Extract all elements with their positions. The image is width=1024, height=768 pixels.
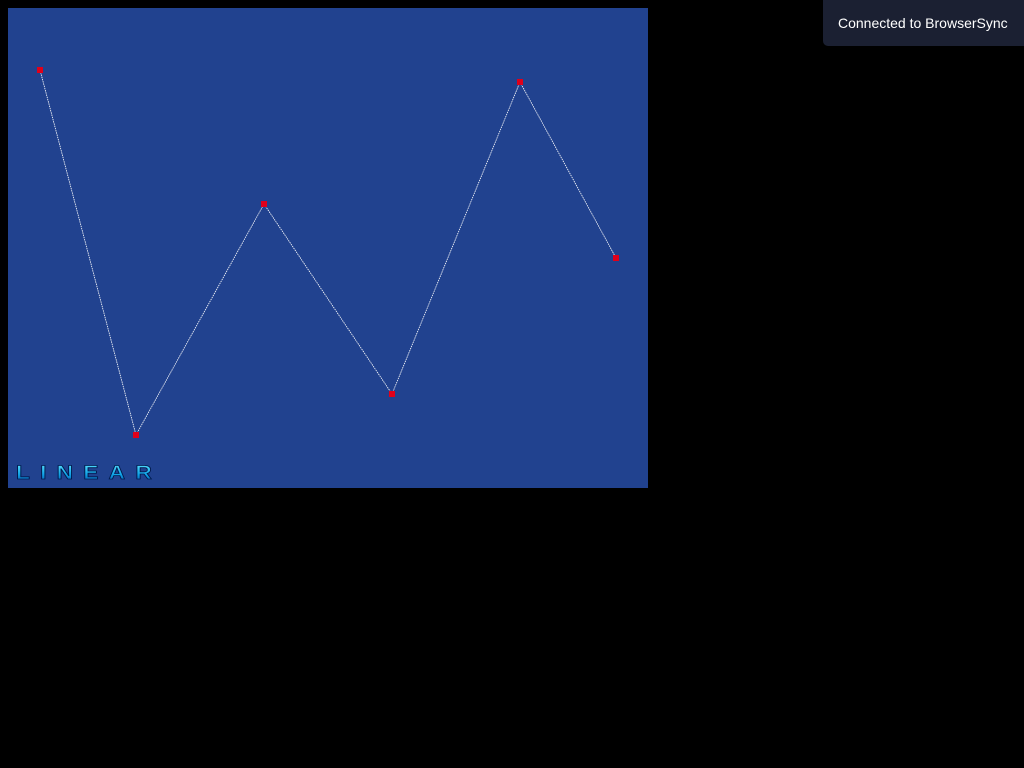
curve-segment bbox=[135, 203, 265, 436]
control-point-2[interactable] bbox=[133, 432, 139, 438]
curve-segment bbox=[39, 69, 137, 436]
control-point-4[interactable] bbox=[389, 391, 395, 397]
mode-logo-text: LINEAR bbox=[16, 463, 162, 484]
control-point-6[interactable] bbox=[613, 255, 619, 261]
curve-segment bbox=[519, 81, 617, 259]
control-points[interactable] bbox=[37, 67, 619, 438]
browsersync-notification: Connected to BrowserSync bbox=[823, 0, 1024, 46]
curve-segment bbox=[391, 81, 521, 395]
mode-logo: LINEAR bbox=[16, 463, 162, 485]
curve-plot[interactable]: LINEAR bbox=[8, 8, 648, 488]
curve-layer bbox=[39, 69, 617, 436]
control-point-1[interactable] bbox=[37, 67, 43, 73]
control-point-5[interactable] bbox=[517, 79, 523, 85]
curve-segment bbox=[263, 203, 393, 395]
control-point-3[interactable] bbox=[261, 201, 267, 207]
game-canvas[interactable]: LINEAR bbox=[8, 8, 648, 488]
